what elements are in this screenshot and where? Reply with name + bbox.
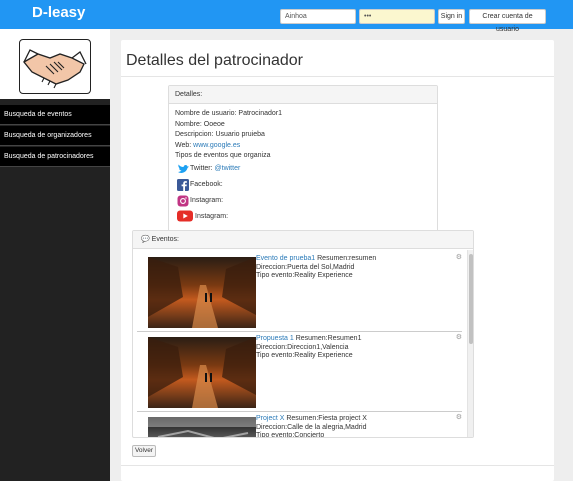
event-summary: Resumen:Resumen1: [295, 335, 362, 342]
scrollbar-thumb[interactable]: [469, 254, 473, 344]
gear-icon[interactable]: ⚙: [456, 413, 462, 421]
youtube-label: Instagram:: [195, 213, 229, 220]
event-info: Propuesta 1 Resumen:Resumen1 Direccion:D…: [256, 335, 361, 361]
events-heading: 💬 Eventos:: [133, 231, 473, 249]
sign-in-button[interactable]: Sign in: [438, 9, 465, 24]
facebook-label: Facebook:: [190, 181, 223, 188]
comments-icon: 💬: [141, 236, 152, 243]
gear-icon[interactable]: ⚙: [456, 253, 462, 261]
detail-web: Web: www.google.es: [175, 142, 240, 149]
title-divider: [121, 76, 554, 77]
event-info: Evento de prueba1 Resumen:resumen Direcc…: [256, 255, 376, 281]
event-image[interactable]: [148, 257, 256, 328]
event-address: Direccion:Puerta del Sol,Madrid: [256, 263, 355, 271]
register-button[interactable]: Crear cuenta de usuario: [469, 9, 546, 33]
sidebar-item-event-search[interactable]: Busqueda de eventos: [0, 105, 110, 125]
back-button[interactable]: Volver: [132, 445, 156, 457]
main-panel: Detalles del patrocinador Detalles: Nomb…: [121, 40, 554, 481]
event-type: Tipo evento:Reality Experience: [256, 352, 353, 359]
sidebar-item-organizer-search[interactable]: Busqueda de organizadores: [0, 126, 110, 146]
event-type: Tipo evento:Reality Experience: [256, 272, 353, 279]
twitter-icon: [177, 163, 190, 175]
web-link[interactable]: www.google.es: [193, 142, 240, 149]
web-label: Web:: [175, 142, 192, 149]
events-scrollbar[interactable]: [467, 250, 473, 437]
event-summary: Resumen:resumen: [317, 255, 377, 262]
youtube-icon: [177, 210, 193, 222]
detail-username: Nombre de usuario: Patrocinador1: [175, 110, 283, 117]
list-item: Project X Resumen:Fiesta project X Direc…: [137, 412, 462, 438]
detail-twitter: Twitter: @twitter: [190, 165, 240, 172]
twitter-label: Twitter:: [190, 165, 213, 172]
instagram-label: Instagram:: [190, 197, 224, 204]
details-panel: Detalles: Nombre de usuario: Patrocinado…: [168, 85, 438, 233]
event-type: Tipo evento:Concierto: [256, 432, 325, 438]
detail-event-types: Tipos de eventos que organiza: [175, 152, 271, 159]
gear-icon[interactable]: ⚙: [456, 333, 462, 341]
event-info: Project X Resumen:Fiesta project X Direc…: [256, 415, 367, 438]
top-navbar: D-leasy Ainhoa ••• Sign in Crear cuenta …: [0, 0, 573, 33]
detail-description: Descripcion: Usuario pruieba: [175, 131, 265, 138]
event-summary: Resumen:Fiesta project X: [286, 415, 367, 422]
sidebar: Busqueda de eventos Busqueda de organiza…: [0, 29, 110, 481]
username-input[interactable]: Ainhoa: [280, 9, 356, 24]
brand-logo[interactable]: D-leasy: [32, 4, 85, 21]
events-heading-label: Eventos:: [151, 236, 179, 243]
list-item: Evento de prueba1 Resumen:resumen Direcc…: [137, 252, 462, 332]
bottom-divider: [121, 465, 554, 466]
event-address: Direccion:Calle de la alegria,Madrid: [256, 423, 367, 431]
list-item: Propuesta 1 Resumen:Resumen1 Direccion:D…: [137, 332, 462, 412]
instagram-icon: [177, 195, 190, 207]
page-title: Detalles del patrocinador: [126, 52, 303, 69]
event-title-link[interactable]: Propuesta 1: [256, 335, 294, 342]
event-image[interactable]: [148, 417, 256, 437]
event-title-link[interactable]: Project X: [256, 415, 284, 422]
twitter-link[interactable]: @twitter: [215, 165, 241, 172]
logo-area: [0, 29, 110, 99]
facebook-icon: [177, 179, 190, 191]
detail-name: Nombre: Ooeoe: [175, 121, 225, 128]
password-input[interactable]: •••: [359, 9, 435, 24]
handshake-icon[interactable]: [19, 39, 91, 94]
sidebar-item-sponsor-search[interactable]: Busqueda de patrocinadores: [0, 147, 110, 167]
event-title-link[interactable]: Evento de prueba1: [256, 255, 315, 262]
details-heading: Detalles:: [169, 86, 437, 104]
event-image[interactable]: [148, 337, 256, 408]
event-address: Direccion:Direccion1,Valencia: [256, 343, 349, 351]
events-panel: 💬 Eventos: Evento de prueba1 Resumen:res…: [132, 230, 474, 438]
